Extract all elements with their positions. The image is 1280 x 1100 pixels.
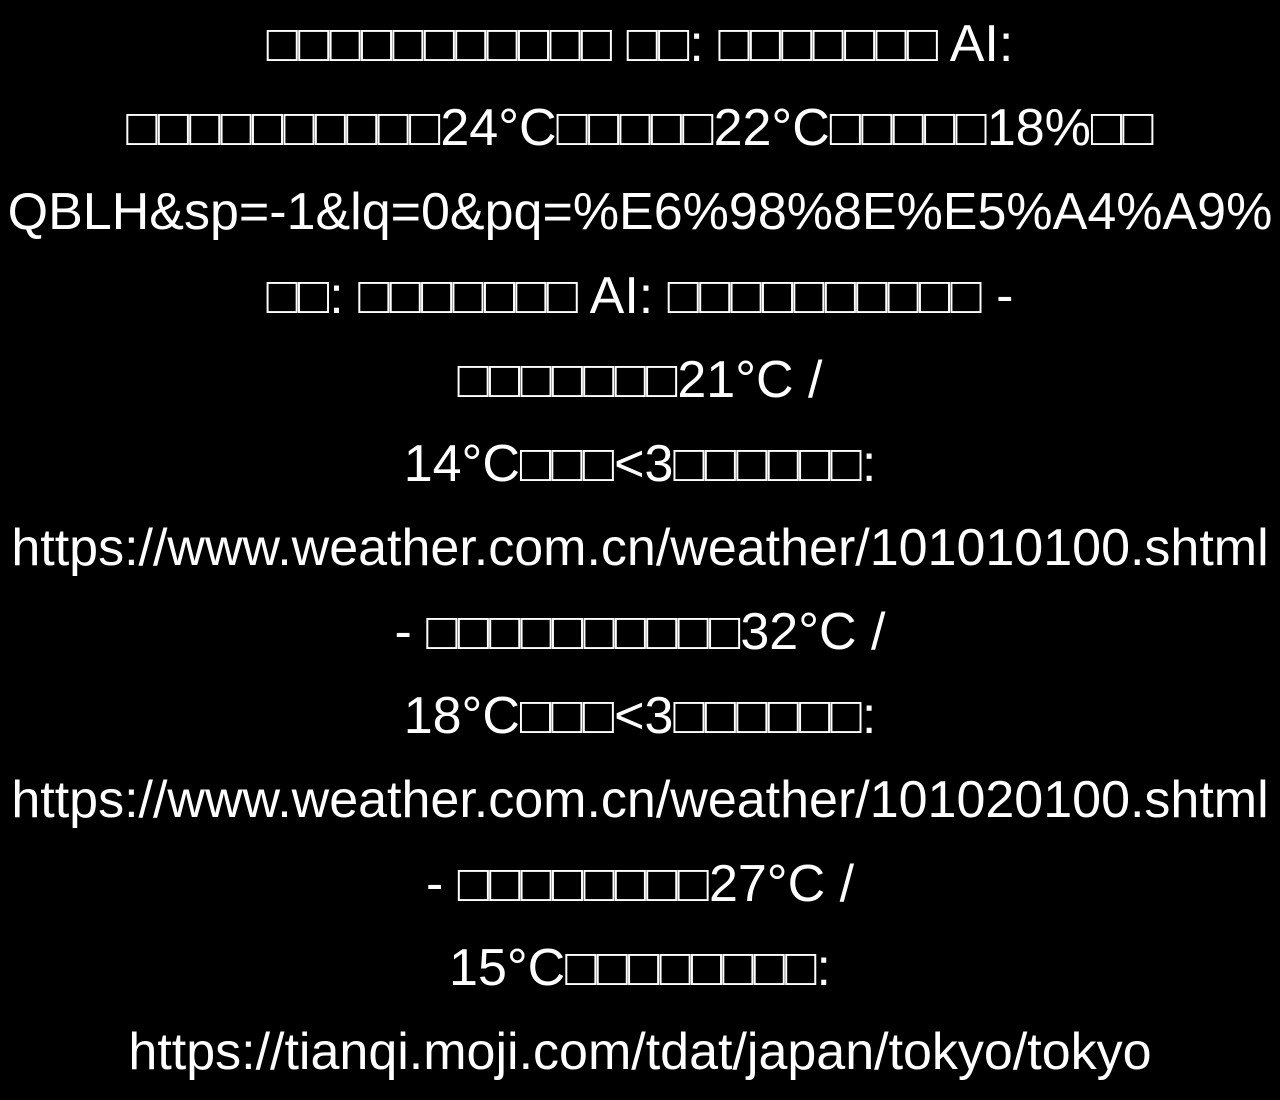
beijing-wind-line: 14°C□□□<3□□□□□□:: [403, 435, 877, 493]
tokyo-source-link[interactable]: https://tianqi.moji.com/tdat/japan/tokyo…: [128, 1022, 1151, 1082]
tokyo-temperature-line: - □□□□□□□□27°C /: [425, 855, 855, 913]
weather-summary-line: □□□□□□□□□□24°C□□□□□22°C□□□□□18%□□: [126, 99, 1154, 157]
text-render-screen: □□□□□□□□□□□ □□: □□□□□□□ AI: □□□□□□□□□□24…: [0, 0, 1280, 1100]
ai-answer-line: □□: □□□□□□□ AI: □□□□□□□□□□ -: [266, 267, 1014, 325]
beijing-temperature-line: □□□□□□□21°C /: [457, 351, 823, 409]
query-string-line: QBLH&sp=-1&lq=0&pq=%E6%98%8E%E5%A4%A9%: [7, 183, 1273, 241]
tokyo-detail-line: 15°C□□□□□□□□:: [449, 939, 831, 997]
shanghai-temperature-line: - □□□□□□□□□□32°C /: [394, 603, 886, 661]
header-line-question: □□□□□□□□□□□ □□: □□□□□□□ AI:: [266, 15, 1014, 73]
shanghai-source-link[interactable]: https://www.weather.com.cn/weather/10102…: [11, 770, 1268, 830]
beijing-source-link[interactable]: https://www.weather.com.cn/weather/10101…: [11, 518, 1268, 578]
shanghai-wind-line: 18°C□□□<3□□□□□□:: [403, 687, 877, 745]
